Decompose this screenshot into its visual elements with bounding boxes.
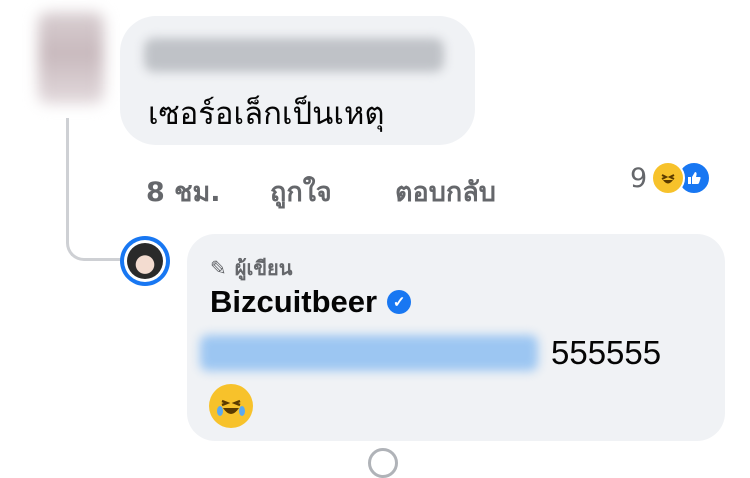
mention-tag-blurred[interactable] — [200, 335, 538, 371]
commenter-name-blurred[interactable] — [144, 38, 444, 72]
reply-author-name[interactable]: Bizcuitbeer — [210, 284, 377, 320]
reply-author-name-row[interactable]: Bizcuitbeer ✓ — [210, 284, 412, 320]
comment-time[interactable]: 8 ชม. — [146, 170, 221, 213]
verified-badge-icon: ✓ — [387, 290, 412, 314]
pencil-icon: ✎ — [210, 256, 227, 280]
reply-text: 555555 — [551, 334, 662, 371]
author-badge-label: ผู้เขียน — [234, 256, 293, 280]
reaction-summary[interactable]: 9 — [630, 160, 712, 196]
comment-text: เซอร์อเล็กเป็นเหตุ — [148, 96, 385, 132]
reply-thread-line — [66, 118, 123, 261]
next-item-icon — [368, 448, 398, 478]
reply-button[interactable]: ตอบกลับ — [395, 170, 496, 213]
haha-icon — [651, 161, 686, 195]
like-button[interactable]: ถูกใจ — [270, 170, 332, 213]
reaction-count: 9 — [630, 162, 648, 194]
author-badge: ✎ ผู้เขียน — [210, 252, 292, 284]
commenter-avatar[interactable] — [38, 12, 104, 104]
avatar-photo — [127, 243, 163, 279]
laughing-crying-emoji-icon — [209, 384, 253, 428]
reply-author-avatar[interactable] — [120, 236, 170, 286]
